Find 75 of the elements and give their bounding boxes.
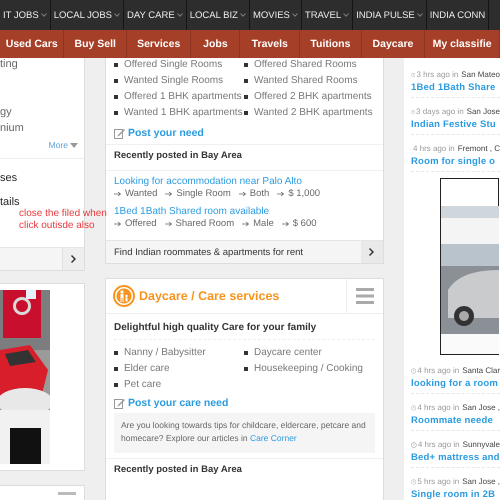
post-title-link[interactable]: Bed+ mattress and [411, 452, 500, 463]
category-link[interactable]: Offered 1 BHK apartments [114, 90, 244, 104]
post-title-link[interactable]: looking for a room [411, 378, 498, 389]
category-link[interactable]: Daycare center [244, 346, 383, 360]
post-meta: 5 hrs ago in San Jose , [411, 477, 500, 486]
post-title-link[interactable]: Indian Festive Stu [411, 119, 496, 130]
side-item[interactable]: gy [0, 106, 12, 118]
arrow-icon [114, 220, 122, 226]
post-tag: Offered [114, 218, 157, 229]
arrow-icon [164, 220, 173, 226]
post-tag: Shared Room [164, 218, 234, 229]
category-link[interactable]: Offered 2 BHK apartments [244, 90, 383, 104]
card-title: Daycare / Care services [139, 289, 280, 303]
post-need-link[interactable]: Post your need [114, 127, 204, 139]
post-tag: Both [238, 188, 270, 199]
post-meta: 4 hrs ago in Fremont , C [411, 144, 500, 153]
category-link[interactable]: Wanted 2 BHK apartments [244, 106, 383, 120]
caret-icon [292, 13, 298, 17]
caret-icon [40, 13, 47, 17]
side-item[interactable]: nium [0, 122, 24, 134]
tip-text: Are you looking towards tips for childcare, eldercare, petcare and homecare? Explore our articles in Care Corner [121, 419, 367, 445]
caret-icon [240, 13, 246, 17]
side-item[interactable]: ting [0, 58, 18, 70]
post-meta: 3 hrs ago in San Mateo [411, 70, 500, 79]
post-meta: 4 hrs ago in Sunnyvale [411, 440, 500, 449]
more-link[interactable]: More [48, 140, 78, 150]
category-link[interactable]: Offered Shared Rooms [244, 58, 383, 72]
arrow-icon [277, 190, 286, 196]
category-link[interactable]: Wanted Shared Rooms [244, 74, 383, 88]
post-need-link[interactable]: Post your care need [114, 397, 228, 409]
post-meta: 4 hrs ago in Santa Clar [411, 366, 500, 375]
chevron-right-icon [369, 248, 375, 256]
caret-icon [343, 13, 350, 17]
caret-icon [114, 13, 120, 17]
category-link[interactable]: Wanted 1 BHK apartments [114, 106, 244, 120]
side-section-title[interactable]: tails [0, 196, 84, 208]
family-icon [113, 285, 135, 307]
arrow-icon [165, 190, 174, 196]
category-link[interactable]: Nanny / Babysitter [114, 346, 244, 360]
arrow-icon [238, 190, 247, 196]
post-tag: Male [242, 218, 274, 229]
post-title-link[interactable]: 1Bed 1Bath Shared room available [114, 206, 270, 217]
post-title-link[interactable]: Single room in 2B [411, 489, 496, 500]
side-section-title[interactable]: ses [0, 172, 84, 184]
post-title-link[interactable]: 1Bed 1Bath Share [411, 82, 496, 93]
arrow-icon [282, 220, 290, 226]
section-heading: Recently posted in Bay Area [113, 149, 243, 163]
care-corner-link[interactable]: Care Corner [250, 433, 297, 443]
post-title-link[interactable]: Room for single o [411, 156, 496, 167]
card-subtitle: Delightful high quality Care for your family [113, 321, 318, 335]
post-title-link[interactable]: Roommate neede [411, 415, 493, 426]
chevron-right-icon [70, 255, 76, 263]
section-heading: Recently posted in Bay Area [113, 463, 243, 477]
category-link[interactable]: Wanted Single Rooms [114, 74, 244, 88]
category-link[interactable]: Pet care [114, 378, 244, 392]
post-tag: $ 600 [282, 218, 317, 229]
category-link[interactable]: Offered Single Rooms [114, 58, 244, 72]
category-link[interactable]: Elder care [114, 362, 244, 376]
post-meta: 4 hrs ago in San Jose , [411, 403, 500, 412]
post-title-link[interactable]: Looking for accommodation near Palo Alto [114, 176, 302, 187]
post-tag: $ 1,000 [277, 188, 320, 199]
arrow-icon [114, 190, 122, 196]
caret-icon [416, 13, 423, 17]
edit-icon [114, 398, 125, 408]
category-link[interactable]: Housekeeping / Cooking [244, 362, 383, 376]
caret-icon [70, 142, 78, 148]
post-meta: 3 days ago in San Jose [411, 107, 500, 116]
edit-icon [114, 128, 125, 138]
caret-icon [176, 13, 183, 17]
arrow-icon [242, 220, 250, 226]
next-button[interactable] [62, 248, 84, 270]
annotation-note: close the filed when click outisde also [19, 208, 108, 232]
post-tag: Single Room [165, 188, 231, 199]
post-tag: Wanted [114, 188, 158, 199]
next-button[interactable] [361, 241, 383, 263]
